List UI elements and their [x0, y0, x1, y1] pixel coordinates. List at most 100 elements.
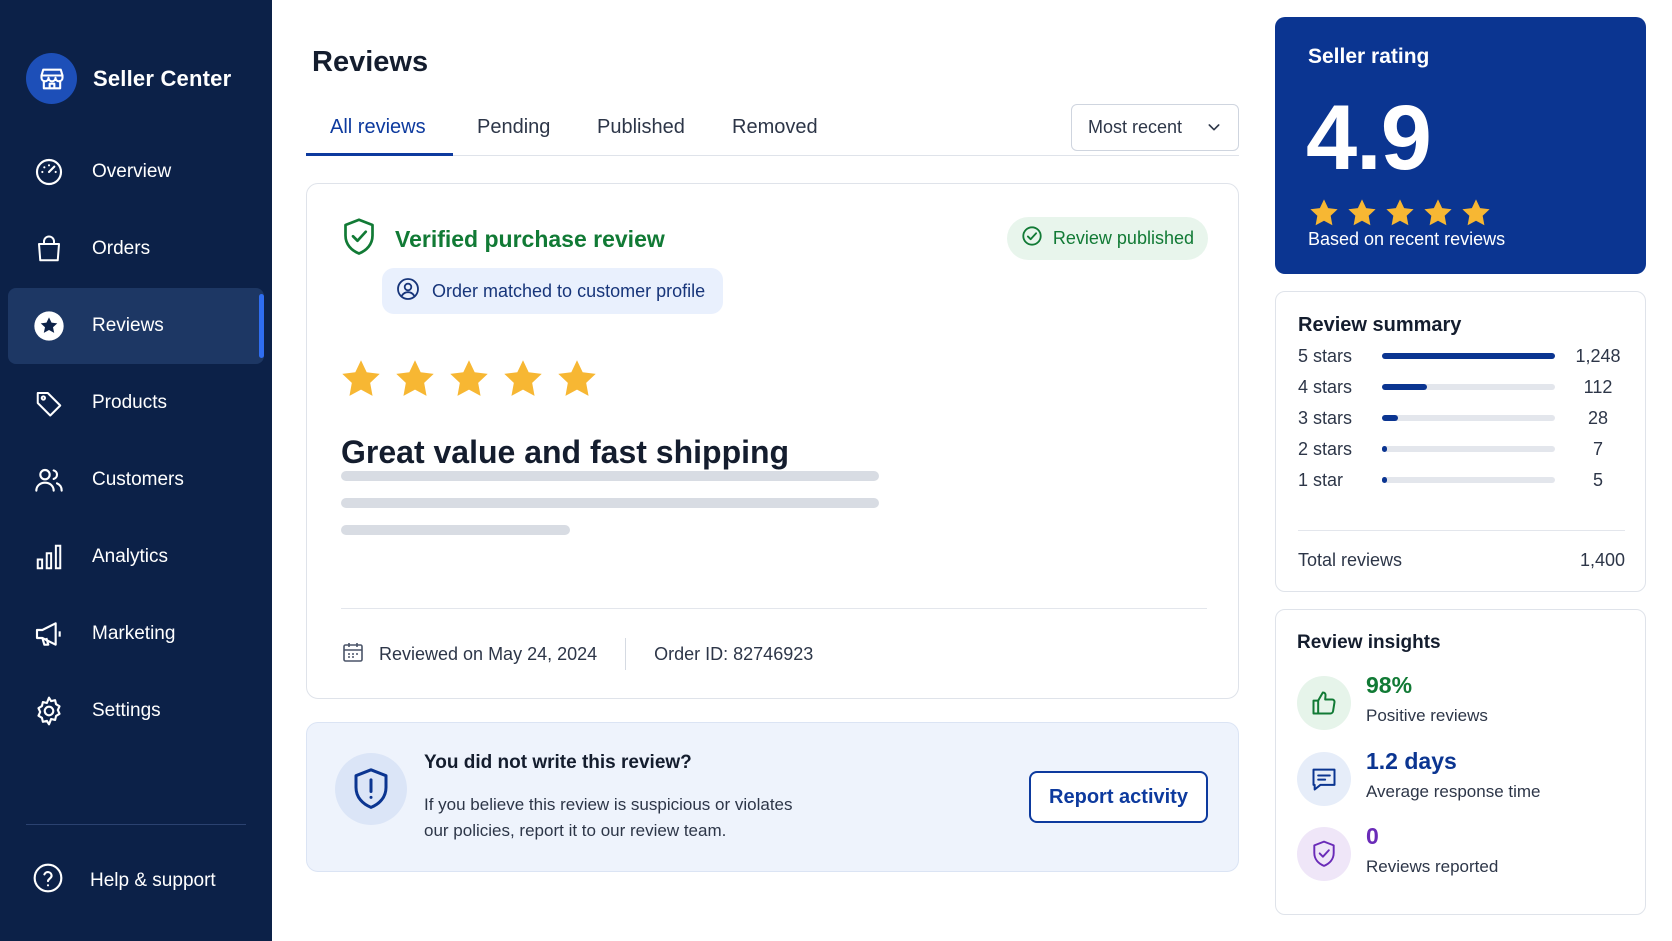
review-headline: Great value and fast shipping	[341, 434, 790, 470]
summary-bar-track	[1382, 384, 1555, 390]
tab-all-reviews[interactable]: All reviews	[330, 116, 426, 139]
chat-icon	[1297, 752, 1351, 806]
total-reviews-label: Total reviews	[1298, 550, 1403, 570]
sidebar-item-settings[interactable]: Settings	[8, 673, 264, 749]
summary-row-count: 5	[1592, 470, 1603, 490]
sidebar-item-analytics[interactable]: Analytics	[8, 519, 264, 595]
star-icon	[393, 357, 437, 406]
sidebar-item-products[interactable]: Products	[8, 365, 264, 441]
page-title: Reviews	[312, 46, 429, 78]
tab-pending[interactable]: Pending	[477, 116, 550, 139]
summary-row-count: 28	[1587, 408, 1609, 428]
sidebar-item-marketing[interactable]: Marketing	[8, 596, 264, 672]
sidebar-item-label: Products	[92, 392, 167, 413]
storefront-icon	[26, 53, 77, 104]
summary-row: 4 stars 112	[1298, 375, 1628, 399]
sidebar-item-overview[interactable]: Overview	[8, 134, 264, 210]
insight-response-time: 1.2 days Average response time	[1297, 748, 1627, 808]
summary-row-label: 1 star	[1298, 470, 1344, 490]
users-icon	[32, 463, 66, 497]
report-card: You did not write this review? If you be…	[306, 722, 1239, 872]
total-reviews-value: 1,400	[1579, 550, 1625, 570]
summary-row-count: 7	[1592, 439, 1603, 459]
insight-desc: Positive reviews	[1366, 706, 1488, 725]
total-reviews: Total reviews 1,400	[1298, 550, 1625, 571]
check-circle-icon	[1021, 225, 1043, 252]
bar-chart-icon	[32, 540, 66, 574]
seller-rating-card: Seller rating 4.9 Based on recent review…	[1275, 17, 1646, 274]
brand-name: Seller Center	[93, 65, 232, 91]
summary-row-label: 5 stars	[1298, 346, 1353, 366]
review-date: Reviewed on May 24, 2024	[379, 643, 598, 664]
sidebar-item-label: Overview	[92, 161, 172, 182]
star-icon	[32, 309, 66, 343]
shield-check-icon	[341, 217, 377, 262]
summary-row-label: 2 stars	[1298, 439, 1353, 459]
order-id: Order ID: 82746923	[654, 643, 814, 664]
chevron-down-icon	[1206, 119, 1222, 140]
summary-bar-track	[1382, 353, 1555, 359]
report-title: You did not write this review?	[424, 752, 692, 773]
summary-row-count: 1,248	[1575, 346, 1621, 366]
meta-separator	[625, 638, 627, 670]
calendar-icon	[341, 640, 365, 669]
review-summary-card: Review summary 5 stars 1,248 4 stars 112 3 s…	[1275, 291, 1646, 592]
match-chip: Order matched to customer profile	[382, 268, 724, 314]
insight-value: 0	[1366, 823, 1379, 849]
help-support-link[interactable]: Help & support	[8, 846, 264, 916]
summary-bar-fill	[1382, 477, 1387, 483]
sidebar-item-reviews[interactable]: Reviews	[8, 288, 264, 364]
tab-removed[interactable]: Removed	[732, 116, 818, 139]
summary-row: 2 stars 7	[1298, 437, 1628, 461]
sidebar-nav: Overview Orders Reviews Products Custome…	[0, 134, 272, 750]
sidebar-item-customers[interactable]: Customers	[8, 442, 264, 518]
summary-row-label: 4 stars	[1298, 377, 1353, 397]
status-text: Review published	[1052, 228, 1194, 248]
sidebar-item-label: Reviews	[92, 315, 164, 336]
brand[interactable]: Seller Center	[26, 53, 231, 104]
status-badge: Review published	[1006, 217, 1208, 260]
seller-rating-subtext: Based on recent reviews	[1308, 229, 1506, 249]
insight-value: 1.2 days	[1366, 748, 1457, 774]
active-tab-indicator	[306, 153, 453, 156]
summary-bar-fill	[1382, 353, 1555, 359]
help-icon	[32, 862, 64, 900]
review-insights-card: Review insights 98% Positive reviews 1.2…	[1275, 609, 1646, 915]
sort-dropdown[interactable]: Most recent	[1071, 104, 1239, 151]
summary-bar-track	[1382, 415, 1555, 421]
dashboard-icon	[32, 155, 66, 189]
sidebar-item-label: Orders	[92, 238, 151, 259]
report-description: If you believe this review is suspicious…	[424, 792, 844, 844]
shield-check-icon	[1297, 827, 1351, 881]
insight-reported: 0 Reviews reported	[1297, 823, 1627, 883]
insight-value: 98%	[1366, 672, 1413, 698]
shopping-bag-icon	[32, 232, 66, 266]
insight-desc: Reviews reported	[1366, 857, 1499, 876]
gear-icon	[32, 694, 66, 728]
megaphone-icon	[32, 617, 66, 651]
tab-published[interactable]: Published	[597, 116, 685, 139]
insight-desc: Average response time	[1366, 782, 1541, 801]
sidebar: Seller Center Overview Orders Reviews Pr…	[0, 0, 272, 941]
star-icon	[339, 357, 383, 406]
report-activity-button[interactable]: Report activity	[1029, 771, 1208, 823]
summary-bar-fill	[1382, 415, 1398, 421]
report-text-line: If you believe this review is suspicious…	[424, 795, 793, 814]
summary-bar-track	[1382, 477, 1555, 483]
summary-row-count: 112	[1583, 377, 1613, 397]
sidebar-item-label: Settings	[92, 700, 161, 721]
help-support-label: Help & support	[90, 870, 216, 891]
report-text-line: our policies, report it to our review te…	[424, 821, 727, 840]
sidebar-item-orders[interactable]: Orders	[8, 211, 264, 287]
summary-row: 1 star 5	[1298, 468, 1628, 492]
summary-bar-fill	[1382, 446, 1388, 452]
star-icon	[555, 357, 599, 406]
star-icon	[447, 357, 491, 406]
insights-title: Review insights	[1297, 632, 1441, 653]
summary-row-label: 3 stars	[1298, 408, 1353, 428]
summary-divider	[1298, 530, 1625, 531]
review-text-placeholder	[341, 525, 570, 535]
seller-rating-label: Seller rating	[1308, 45, 1430, 68]
thumbs-up-icon	[1297, 676, 1351, 730]
sort-value: Most recent	[1088, 117, 1183, 137]
